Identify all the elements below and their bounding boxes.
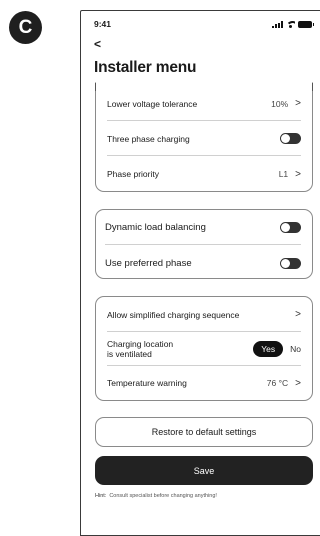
three-phase-toggle[interactable]: [280, 133, 301, 144]
row-use-preferred-phase: Use preferred phase: [105, 246, 301, 280]
dynamic-load-toggle[interactable]: [280, 222, 301, 233]
settings-group-voltage: Lower voltage tolerance 10% > Three phase…: [95, 82, 313, 192]
signal-icon: [272, 21, 283, 28]
row-label: Temperature warning: [107, 378, 187, 388]
row-label: Use preferred phase: [105, 257, 192, 269]
row-three-phase-charging: Three phase charging: [107, 122, 301, 156]
wifi-icon: [286, 21, 295, 28]
row-label: Lower voltage tolerance: [107, 98, 198, 109]
chevron-right-icon: >: [295, 309, 301, 320]
row-phase-priority[interactable]: Phase priority L1 >: [107, 157, 301, 191]
row-value: 76 °C: [266, 378, 289, 388]
hint-text: Hint: Consult specialist before changing …: [95, 493, 217, 499]
row-label: Phase priority: [107, 169, 159, 179]
hint-prefix: Hint:: [95, 493, 107, 499]
ventilated-segmented-control: Yes No: [253, 340, 301, 357]
row-label: Three phase charging: [107, 133, 190, 144]
battery-icon: [298, 21, 314, 28]
hint-body: Consult specialist before changing anyth…: [109, 493, 217, 499]
preferred-phase-toggle[interactable]: [280, 257, 301, 269]
section-badge: C: [9, 11, 42, 44]
row-label-line1: Charging location: [107, 338, 174, 349]
page-title: Installer menu: [94, 59, 197, 76]
chevron-right-icon: >: [295, 168, 301, 180]
row-label: Allow simplified charging sequence: [107, 309, 240, 320]
row-dynamic-load-balancing: Dynamic load balancing: [105, 211, 301, 245]
row-label: Charging location is ventilated: [107, 339, 173, 359]
status-bar: 9:41: [94, 19, 314, 33]
option-no-button[interactable]: No: [290, 344, 301, 354]
row-label-line2: is ventilated: [107, 348, 152, 359]
row-value: 10%: [271, 98, 289, 109]
chevron-right-icon: >: [295, 98, 301, 109]
row-temperature-warning[interactable]: Temperature warning 76 °C >: [107, 366, 301, 400]
row-lower-voltage-tolerance[interactable]: Lower voltage tolerance 10% >: [107, 87, 301, 121]
chevron-right-icon: >: [295, 377, 301, 389]
row-simplified-charging[interactable]: Allow simplified charging sequence >: [107, 298, 301, 332]
row-ventilated: Charging location is ventilated Yes No: [107, 332, 301, 366]
settings-group-charging: Allow simplified charging sequence > Cha…: [95, 296, 313, 401]
restore-defaults-button[interactable]: Restore to default settings: [95, 417, 313, 447]
row-value: L1: [278, 169, 289, 179]
status-icons: [272, 21, 314, 28]
status-time: 9:41: [94, 19, 112, 29]
badge-letter: C: [18, 16, 33, 38]
row-label: Dynamic load balancing: [105, 222, 206, 233]
back-button[interactable]: <: [94, 38, 101, 50]
save-button[interactable]: Save: [95, 456, 313, 485]
settings-group-load: Dynamic load balancing Use preferred pha…: [95, 209, 313, 279]
option-yes-button[interactable]: Yes: [253, 340, 284, 357]
